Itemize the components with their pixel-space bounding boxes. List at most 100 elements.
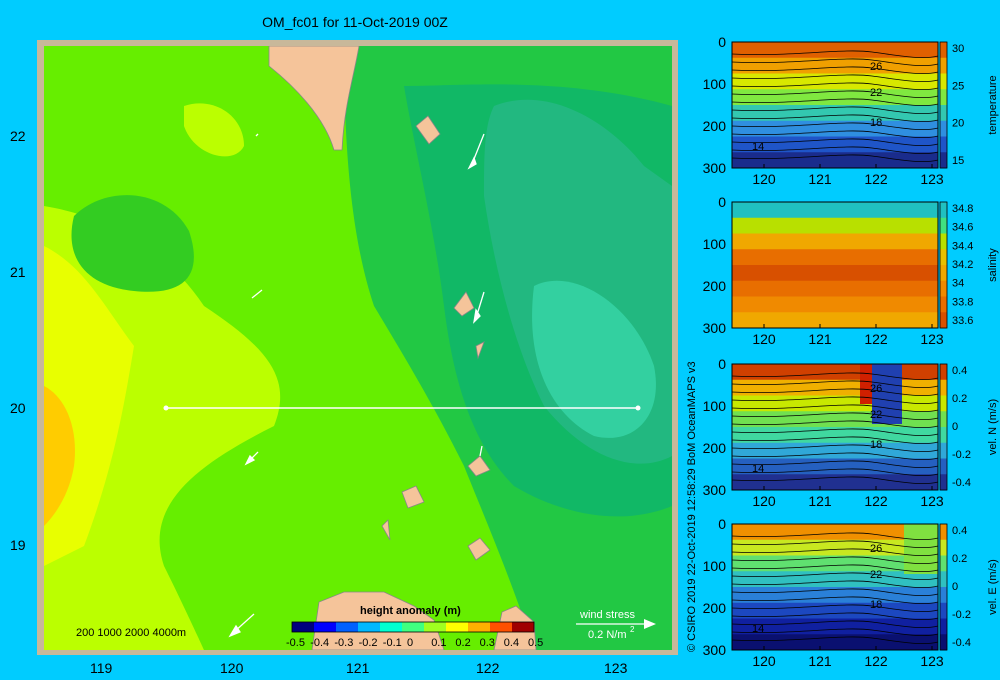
lon-tick: 123 [920,331,944,347]
depth-tick: 0 [718,194,726,210]
panel-colorbar-swatch [940,442,947,459]
lon-tick: 120 [220,660,244,676]
lon-tick: 120 [752,493,776,509]
panel-colorbar-swatch [940,280,947,297]
panel-colorbar-swatch [940,233,947,250]
lat-tick: 20 [10,400,26,416]
panel-colorbar-tick: 34 [952,278,964,290]
contour-label: 14 [752,141,764,153]
panel-colorbar-tick: 0 [952,581,958,593]
panel-colorbar-swatch [940,136,947,153]
panel-colorbar-tick: 34.6 [952,222,973,234]
panel-colorbar-swatch [940,249,947,266]
section-panel-1: 0 100 200 300 120 121 122 123 34.8 34.6 34.4 34.2 34… [703,194,999,347]
contour-label: 26 [870,61,882,73]
panel-colorbar-tick: 34.2 [952,259,973,271]
panel-colorbar-label: vel. N (m/s) [987,399,999,455]
colorbar-tick: 0 [407,637,413,649]
panel-colorbar-swatch [940,379,947,396]
wind-label: wind stress [579,609,636,621]
panel-colorbar-tick: -0.4 [952,637,971,649]
lon-tick: 121 [346,660,370,676]
section-band [732,280,938,297]
lat-tick: 22 [10,128,26,144]
depth-tick: 300 [703,482,727,498]
panel-colorbar-tick: 34.8 [952,203,973,215]
map-title: OM_fc01 for 11-Oct-2019 00Z [262,14,448,30]
panel-colorbar-tick: 0.2 [952,393,967,405]
section-band [732,364,938,381]
colorbar-swatch [358,622,380,632]
panel-colorbar-tick: 30 [952,43,964,55]
panel-colorbar-tick: -0.2 [952,609,971,621]
panel-colorbar-tick: 25 [952,80,964,92]
section-panel-0: 26 22 18 14 0 100 200 300 120 121 122 123 30 25 20 15 te… [703,34,999,187]
section-band [732,379,938,396]
contour-label: 14 [752,623,764,635]
section-band [732,42,938,59]
panel-colorbar-swatch [940,152,947,169]
panel-colorbar-label: temperature [987,75,999,134]
panel-colorbar-swatch [940,57,947,74]
depth-tick: 300 [703,160,727,176]
contour-label: 14 [752,463,764,475]
colorbar-swatch [292,622,314,632]
panel-colorbar-swatch [940,524,947,541]
panel-colorbar-tick: 0.4 [952,365,967,377]
lon-tick: 122 [864,331,888,347]
panel-colorbar-swatch [940,474,947,491]
section-panels: 26 22 18 14 0 100 200 300 120 121 122 123 30 25 20 15 te… [703,34,999,669]
panel-colorbar-swatch [940,555,947,572]
panel-colorbar-swatch [940,427,947,444]
depth-tick: 100 [703,236,727,252]
contour-label: 22 [870,87,882,99]
contour-label: 18 [870,439,882,451]
panel-colorbar-swatch [940,120,947,137]
colorbar-tick: 0.3 [480,637,495,649]
colorbar-title: height anomaly (m) [360,605,461,617]
depth-tick: 100 [703,558,727,574]
panel-colorbar-swatch [940,571,947,588]
panel-colorbar-swatch [940,411,947,428]
depth-tick: 200 [703,118,727,134]
colorbar-swatch [402,622,424,632]
colorbar-tick: -0.5 [286,637,305,649]
colorbar-tick: -0.1 [383,637,402,649]
panel-colorbar-tick: 34.4 [952,240,973,252]
lon-tick: 120 [752,171,776,187]
contour-label: 22 [870,569,882,581]
panel-colorbar-tick: 0 [952,421,958,433]
lon-tick: 122 [476,660,500,676]
panel-colorbar-tick: 33.6 [952,315,973,327]
depth-legend: 200 1000 2000 4000m [76,627,186,639]
panel-colorbar-swatch [940,312,947,329]
panel-colorbar-tick: 20 [952,118,964,130]
panel-colorbar-swatch [940,202,947,219]
lon-tick: 123 [604,660,628,676]
lon-tick: 119 [90,660,113,676]
lon-tick: 122 [864,171,888,187]
colorbar-tick: 0.1 [431,637,446,649]
panel-colorbar-tick: 33.8 [952,296,973,308]
lon-tick: 122 [864,653,888,669]
lon-tick: 120 [752,331,776,347]
depth-tick: 0 [718,34,726,50]
lon-tick: 121 [808,171,832,187]
colorbar-tick: -0.3 [334,637,353,649]
depth-tick: 100 [703,398,727,414]
colorbar-swatch [490,622,512,632]
panel-colorbar-swatch [940,602,947,619]
lon-tick: 121 [808,493,832,509]
contour-label: 22 [870,409,882,421]
panel-colorbar-swatch [940,458,947,475]
section-band [732,296,938,313]
panel-colorbar-tick: -0.2 [952,449,971,461]
panel-colorbar-tick: 15 [952,155,964,167]
lon-tick: 122 [864,493,888,509]
section-band [732,249,938,266]
section-band [732,57,938,74]
map-area[interactable]: 200 1000 2000 4000m height anomaly (m) -… [44,46,672,650]
panel-colorbar-swatch [940,587,947,604]
panel-colorbar-swatch [940,73,947,90]
panel-colorbar-tick: -0.4 [952,477,971,489]
